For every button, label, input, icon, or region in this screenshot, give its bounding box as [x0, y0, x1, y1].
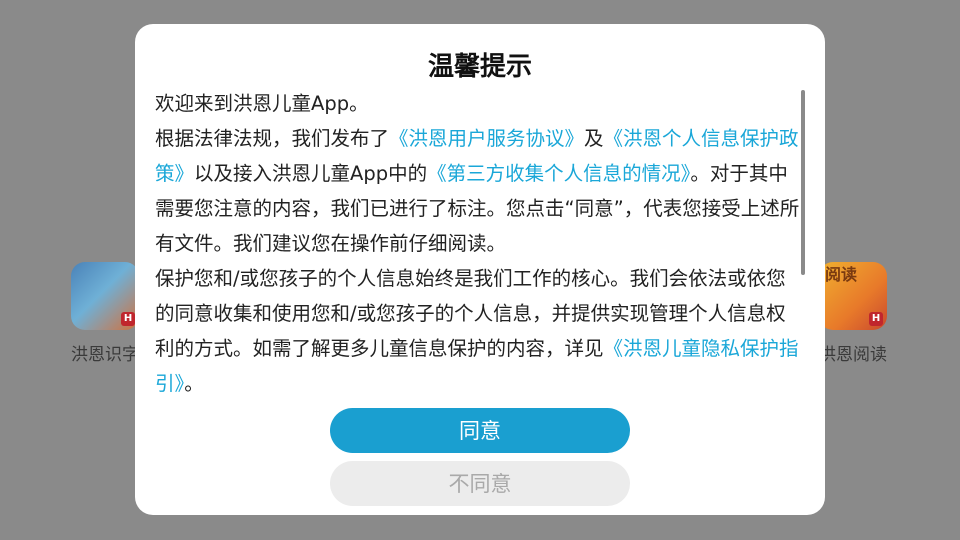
dialog-content[interactable]: 欢迎来到洪恩儿童App。 根据法律法规，我们发布了《洪恩用户服务协议》及《洪恩个… — [155, 86, 805, 396]
paragraph-text: 。 — [184, 372, 204, 395]
user-agreement-link[interactable]: 《洪恩用户服务协议》 — [389, 127, 584, 150]
third-party-info-link[interactable]: 《第三方收集个人信息的情况》 — [427, 162, 690, 185]
dialog-title: 温馨提示 — [427, 52, 532, 82]
paragraph-text: 以及接入洪恩儿童App中的 — [194, 162, 428, 185]
paragraph-text: 根据法律法规，我们发布了 — [155, 127, 390, 150]
privacy-dialog: 温馨提示 欢迎来到洪恩儿童App。 根据法律法规，我们发布了《洪恩用户服务协议》… — [135, 24, 825, 515]
agreement-paragraph: 根据法律法规，我们发布了《洪恩用户服务协议》及《洪恩个人信息保护政策》以及接入洪… — [155, 121, 805, 261]
disagree-button[interactable]: 不同意 — [330, 461, 630, 506]
welcome-text: 欢迎来到洪恩儿童App。 — [155, 92, 369, 115]
scrollbar[interactable] — [801, 90, 805, 275]
agree-button[interactable]: 同意 — [330, 408, 630, 453]
protection-paragraph: 保护您和/或您孩子的个人信息始终是我们工作的核心。我们会依法或依您的同意收集和使… — [155, 261, 805, 396]
paragraph-text: 及 — [584, 127, 604, 150]
